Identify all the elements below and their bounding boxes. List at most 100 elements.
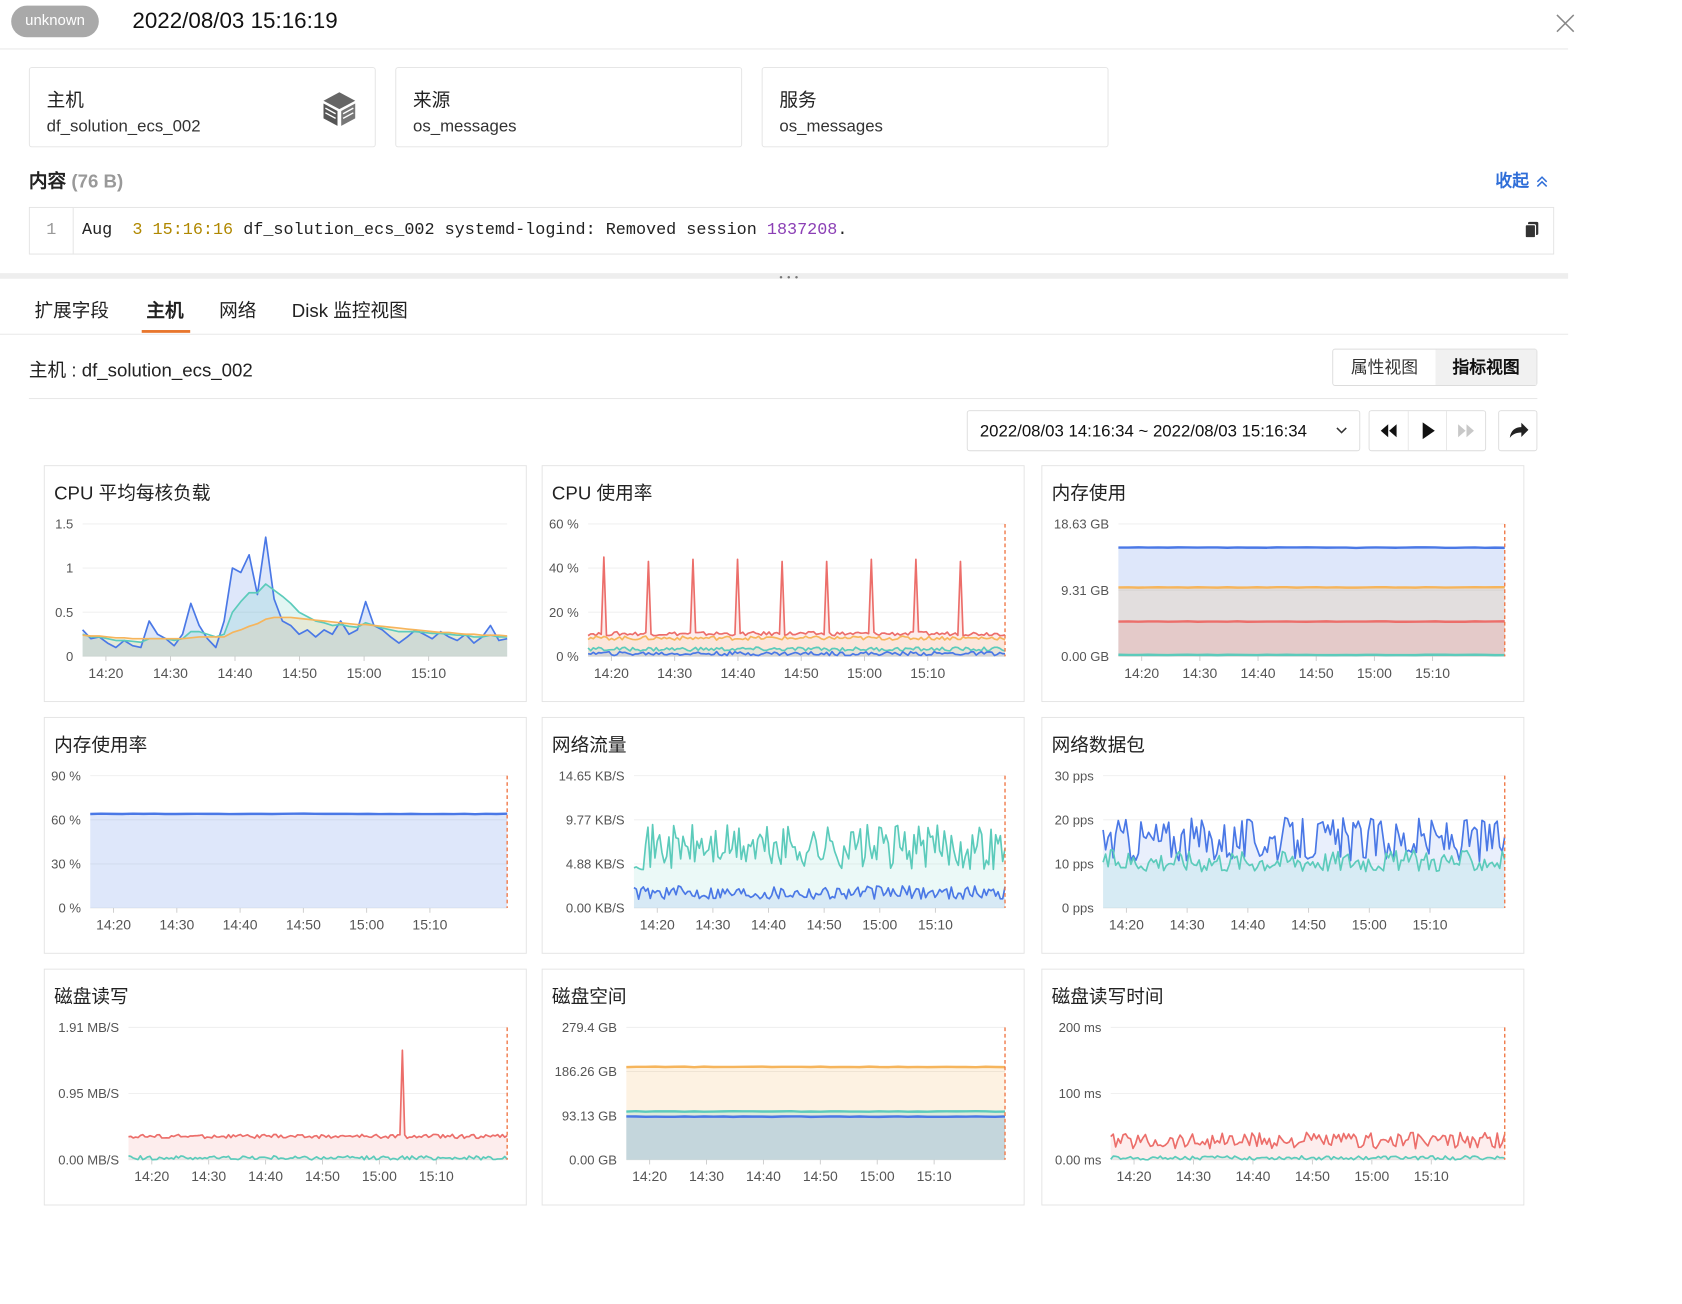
card-value: df_solution_ecs_002 xyxy=(46,116,201,136)
chart-panel: 内存使用 18.63 GB 9.31 GB 0.00 GB 14:20 14:30 14:4… xyxy=(1041,465,1525,703)
play-button[interactable] xyxy=(1407,411,1447,451)
series-line xyxy=(626,1065,1006,1069)
x-tick-label: 14:40 xyxy=(248,1168,283,1184)
x-tick-label: 14:40 xyxy=(746,1168,781,1184)
x-tick-label: 14:20 xyxy=(88,665,123,681)
y-tick-label: 0.00 ms xyxy=(1055,1152,1102,1167)
x-tick-label: 14:50 xyxy=(784,665,819,681)
series-area xyxy=(626,1116,1006,1160)
x-tick-label: 14:40 xyxy=(720,665,755,681)
tab-extended-fields[interactable]: 扩展字段 xyxy=(34,296,109,323)
x-tick-label: 14:20 xyxy=(640,917,675,933)
chart-panel: 内存使用率 90 % 60 % 30 % 0 % 14:20 14:30 14:40 14:50… xyxy=(43,716,527,954)
x-tick-label: 15:10 xyxy=(1414,1168,1449,1184)
y-tick-label: 0 % xyxy=(58,901,81,916)
metric-view-button[interactable]: 指标视图 xyxy=(1435,349,1537,386)
x-tick-label: 14:20 xyxy=(632,1168,667,1184)
card-value: os_messages xyxy=(413,116,517,136)
log-time: 15:16:16 xyxy=(152,220,234,240)
chart-plot: 30 pps 20 pps 10 pps 0 pps 14:20 14:30 14:40 14… xyxy=(1055,768,1506,933)
x-tick-label: 15:00 xyxy=(1357,665,1392,681)
active-tab-indicator xyxy=(141,330,191,333)
x-tick-label: 15:10 xyxy=(412,917,447,933)
x-tick-label: 14:30 xyxy=(1176,1168,1211,1184)
card-label: 来源 xyxy=(413,90,451,111)
chart-panel: 网络数据包 30 pps 20 pps 10 pps 0 pps 14:20 14:30 14… xyxy=(1041,716,1525,954)
y-tick-label: 20 pps xyxy=(1055,812,1095,827)
chart-plot: 279.4 GB 186.26 GB 93.13 GB 0.00 GB 14:20 14:… xyxy=(555,1020,1006,1184)
chevron-up-double-icon xyxy=(1536,176,1548,188)
chart-plot: 14.65 KB/S 9.77 KB/S 4.88 KB/S 0.00 KB/S 14:… xyxy=(559,768,1006,933)
x-tick-label: 15:00 xyxy=(362,1168,397,1184)
content-title: 内容 (76 B) xyxy=(29,166,123,193)
x-tick-label: 15:00 xyxy=(862,917,897,933)
chart-plot: 1.91 MB/S 0.95 MB/S 0.00 MB/S 14:20 14:30 14:… xyxy=(58,1020,508,1184)
y-tick-label: 0 xyxy=(66,649,73,664)
y-tick-label: 1 xyxy=(66,561,73,576)
chart-panel: 磁盘读写 1.91 MB/S 0.95 MB/S 0.00 MB/S 14:20 14:3… xyxy=(43,968,527,1206)
x-tick-label: 14:50 xyxy=(305,1168,340,1184)
share-icon[interactable] xyxy=(1498,410,1538,452)
chart-panel: 网络流量 14.65 KB/S 9.77 KB/S 4.88 KB/S 0.00 KB/… xyxy=(541,716,1025,954)
time-range-picker[interactable]: 2022/08/03 14:16:34 ~ 2022/08/03 15:16:3… xyxy=(966,410,1361,452)
x-tick-label: 15:10 xyxy=(918,917,953,933)
y-tick-label: 279.4 GB xyxy=(562,1020,617,1035)
host-card: 主机 df_solution_ecs_002 xyxy=(28,67,376,148)
card-value: os_messages xyxy=(779,116,883,136)
tab-network[interactable]: 网络 xyxy=(219,296,256,323)
chart-plot: 18.63 GB 9.31 GB 0.00 GB 14:20 14:30 14:40 14:… xyxy=(1054,517,1506,681)
y-tick-label: 1.5 xyxy=(55,517,73,532)
x-tick-label: 14:40 xyxy=(751,917,786,933)
close-icon[interactable] xyxy=(1553,11,1577,35)
chart-plot: 60 % 40 % 20 % 0 % 14:20 14:30 14:40 14:50 15:00… xyxy=(549,517,1006,681)
fast-forward-button[interactable] xyxy=(1445,411,1485,451)
y-tick-label: 60 % xyxy=(549,517,579,532)
x-tick-label: 15:10 xyxy=(411,665,446,681)
x-tick-label: 15:10 xyxy=(419,1168,454,1184)
tab-host[interactable]: 主机 xyxy=(146,296,183,323)
x-tick-label: 15:00 xyxy=(847,665,882,681)
x-tick-label: 14:50 xyxy=(1291,917,1326,933)
y-tick-label: 93.13 GB xyxy=(562,1108,617,1123)
service-card: 服务 os_messages xyxy=(761,67,1109,148)
collapse-button[interactable]: 收起 xyxy=(1495,168,1549,192)
chart-plot: 1.5 1 0.5 0 14:20 14:30 14:40 14:50 15:00 15:10 xyxy=(55,517,508,681)
y-tick-label: 0.95 MB/S xyxy=(58,1086,119,1101)
source-card: 来源 os_messages xyxy=(395,67,743,148)
chart-panel: CPU 平均每核负载 1.5 1 0.5 0 14:20 14:30 14:40 14:50 15… xyxy=(43,465,527,703)
x-tick-label: 14:30 xyxy=(1182,665,1217,681)
y-tick-label: 200 ms xyxy=(1059,1020,1102,1035)
copy-icon[interactable] xyxy=(1523,221,1540,240)
attribute-view-button[interactable]: 属性视图 xyxy=(1333,349,1437,386)
series-area xyxy=(128,1050,508,1160)
chart-plot: 200 ms 100 ms 0.00 ms 14:20 14:30 14:40 14:50 1… xyxy=(1055,1020,1506,1184)
log-timestamp: 2022/08/03 15:16:19 xyxy=(132,8,338,34)
log-content-box: 1 Aug 3 15:16:16 df_solution_ecs_002 sys… xyxy=(28,206,1555,255)
x-tick-label: 14:50 xyxy=(1295,1168,1330,1184)
x-tick-label: 14:20 xyxy=(1109,917,1144,933)
tab-bar: 扩展字段 主机 网络 Disk 监控视图 xyxy=(0,282,1569,335)
y-tick-label: 0.00 GB xyxy=(1061,649,1109,664)
x-tick-label: 15:00 xyxy=(1354,1168,1389,1184)
x-tick-label: 14:30 xyxy=(657,665,692,681)
x-tick-label: 14:50 xyxy=(286,917,321,933)
tab-disk-view[interactable]: Disk 监控视图 xyxy=(292,296,408,323)
chart-panel: 磁盘空间 279.4 GB 186.26 GB 93.13 GB 0.00 GB 14:2… xyxy=(541,968,1025,1206)
card-label: 服务 xyxy=(779,90,817,111)
series-area xyxy=(90,813,508,909)
y-tick-label: 186.26 GB xyxy=(555,1064,618,1079)
x-tick-label: 14:50 xyxy=(803,1168,838,1184)
x-tick-label: 14:50 xyxy=(282,665,317,681)
y-tick-label: 10 pps xyxy=(1055,857,1095,872)
rewind-button[interactable] xyxy=(1370,411,1408,450)
x-tick-label: 15:10 xyxy=(910,665,945,681)
x-tick-label: 15:00 xyxy=(860,1168,895,1184)
y-tick-label: 0.5 xyxy=(55,605,73,620)
y-tick-label: 40 % xyxy=(549,561,579,576)
chart-panel: CPU 使用率 60 % 40 % 20 % 0 % 14:20 14:30 14:40 14:… xyxy=(541,465,1025,703)
chart-panel: 磁盘读写时间 200 ms 100 ms 0.00 ms 14:20 14:30 14:40… xyxy=(1041,968,1525,1206)
y-tick-label: 100 ms xyxy=(1059,1086,1102,1101)
x-tick-label: 14:40 xyxy=(1241,665,1276,681)
status-badge: unknown xyxy=(11,5,99,38)
x-tick-label: 14:40 xyxy=(1235,1168,1270,1184)
